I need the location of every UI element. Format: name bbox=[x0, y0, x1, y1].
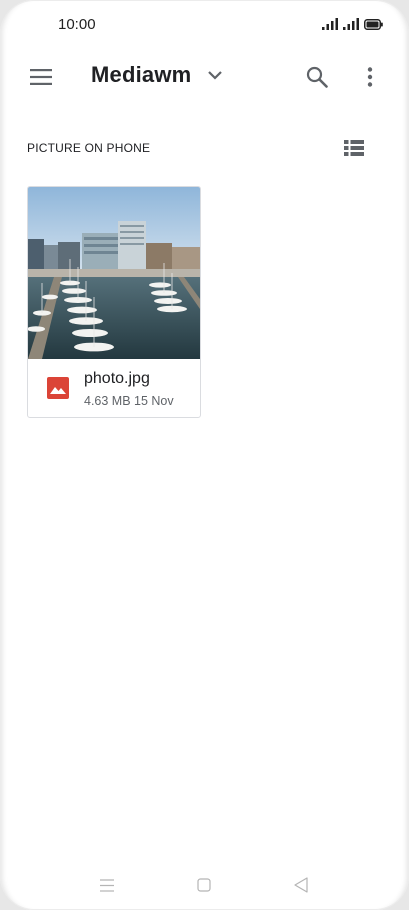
recents-icon bbox=[100, 878, 114, 892]
file-meta: 4.63 MB 15 Nov bbox=[84, 394, 174, 408]
signal-icon bbox=[343, 18, 359, 30]
back-icon bbox=[294, 877, 308, 893]
section-header: PICTURE ON PHONE bbox=[27, 141, 151, 155]
file-info: photo.jpg 4.63 MB 15 Nov bbox=[28, 359, 200, 417]
status-icons bbox=[322, 18, 383, 30]
more-options-button[interactable] bbox=[356, 62, 384, 92]
phone-screen: 10:00 Mediawm PICTURE ON PHONE photo.jpg… bbox=[0, 0, 409, 910]
search-icon bbox=[306, 66, 328, 88]
chevron-down-icon bbox=[207, 70, 223, 80]
recents-button[interactable] bbox=[96, 874, 118, 896]
view-toggle-button[interactable] bbox=[342, 137, 366, 159]
home-button[interactable] bbox=[193, 874, 215, 896]
back-button[interactable] bbox=[290, 874, 312, 896]
menu-icon bbox=[30, 69, 52, 85]
signal-icon bbox=[322, 18, 338, 30]
file-card[interactable]: photo.jpg 4.63 MB 15 Nov bbox=[27, 186, 201, 418]
list-view-icon bbox=[344, 140, 364, 156]
home-icon bbox=[197, 878, 211, 892]
file-name: photo.jpg bbox=[84, 370, 150, 387]
page-title: Mediawm bbox=[91, 62, 192, 87]
more-vert-icon bbox=[367, 67, 373, 87]
photo-thumbnail bbox=[28, 187, 200, 359]
folder-selector[interactable]: Mediawm bbox=[91, 62, 223, 88]
battery-icon bbox=[364, 18, 383, 30]
menu-button[interactable] bbox=[26, 62, 56, 92]
search-button[interactable] bbox=[302, 62, 332, 92]
image-icon bbox=[47, 377, 69, 399]
status-time: 10:00 bbox=[58, 16, 96, 33]
